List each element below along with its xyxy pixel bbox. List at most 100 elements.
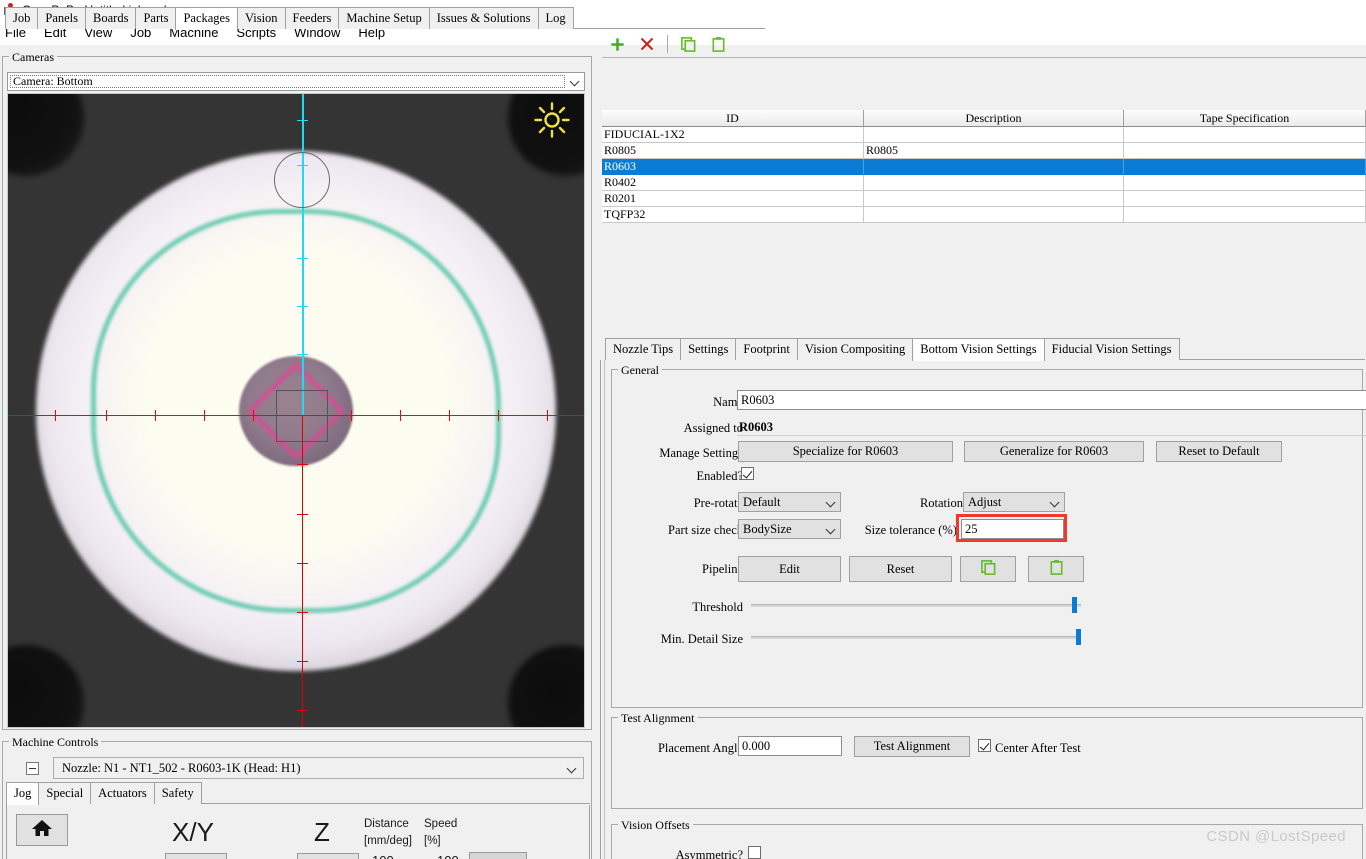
threshold-slider[interactable] [751, 597, 1081, 613]
tab-machine-setup[interactable]: Machine Setup [338, 7, 430, 29]
crosshair-vertical-upper [302, 94, 304, 415]
enabled-checkbox[interactable] [741, 467, 754, 480]
column-header-description[interactable]: Description [864, 110, 1124, 127]
home-button[interactable] [16, 814, 68, 846]
enabled-label: Enabled? [696, 469, 743, 483]
cell-tape [1124, 159, 1366, 175]
camera-selector[interactable]: Camera: Bottom [7, 72, 585, 91]
tab-jog[interactable]: Jog [6, 782, 40, 805]
tab-vision-compositing[interactable]: Vision Compositing [796, 338, 914, 360]
collapse-toggle[interactable] [26, 761, 39, 775]
reference-box-overlay [276, 390, 328, 442]
pipeline-reset-button[interactable]: Reset [849, 556, 952, 582]
speed-preset-combo[interactable] [469, 852, 527, 859]
asymmetric-checkbox[interactable] [748, 846, 761, 859]
min-detail-size-slider[interactable] [751, 629, 1081, 645]
assigned-to-underline [737, 435, 1366, 436]
name-field[interactable]: R0603 [737, 390, 1366, 410]
size-tolerance-field[interactable]: 25 [961, 519, 1064, 539]
table-row-selected[interactable]: R0603 [602, 159, 1366, 175]
pipeline-copy-button[interactable] [960, 556, 1016, 582]
tab-settings[interactable]: Settings [680, 338, 737, 360]
copy-package-button[interactable] [673, 32, 703, 56]
threshold-slider-thumb[interactable] [1072, 597, 1077, 613]
xy-axis-label: X/Y [172, 817, 214, 847]
tab-bottom-vision-settings[interactable]: Bottom Vision Settings [912, 338, 1045, 361]
tab-panels[interactable]: Panels [37, 7, 87, 29]
cell-id: TQFP32 [602, 207, 864, 223]
table-empty-area [602, 222, 1366, 330]
cell-tape [1124, 143, 1366, 159]
table-row[interactable]: FIDUCIAL-1X2 [602, 127, 1366, 143]
delete-package-button[interactable] [632, 32, 662, 56]
center-after-test-checkbox[interactable] [978, 739, 991, 752]
bottom-vision-settings-panel: General Name R0603 Assigned to R0603 Man… [600, 360, 1366, 859]
settings-scroll-area[interactable]: General Name R0603 Assigned to R0603 Man… [604, 360, 1366, 859]
tab-nozzle-tips[interactable]: Nozzle Tips [605, 338, 682, 360]
table-row[interactable]: R0201 [602, 191, 1366, 207]
speed-units: [%] [424, 835, 441, 847]
tab-special[interactable]: Special [38, 782, 92, 804]
min-detail-size-label: Min. Detail Size [660, 632, 743, 646]
part-size-check-combo[interactable]: BodySize [738, 519, 841, 539]
sun-icon[interactable] [534, 102, 570, 138]
tab-footprint[interactable]: Footprint [735, 338, 798, 360]
add-package-button[interactable] [602, 32, 632, 56]
prerotate-label: Pre-rotate [693, 496, 743, 510]
watermark: CSDN @LostSpeed [1206, 828, 1346, 845]
camera-view[interactable] [7, 93, 585, 728]
tab-fiducial-vision-settings[interactable]: Fiducial Vision Settings [1043, 338, 1180, 360]
placement-angle-field[interactable]: 0.000 [738, 736, 842, 756]
tab-safety[interactable]: Safety [153, 782, 202, 804]
tab-parts[interactable]: Parts [135, 7, 177, 29]
packages-toolbar [602, 31, 1366, 58]
distance-value[interactable]: 100 [372, 853, 394, 859]
table-row[interactable]: R0805 R0805 [602, 143, 1366, 159]
column-header-tape-spec[interactable]: Tape Specification [1124, 110, 1366, 127]
threshold-slider-track [751, 604, 1081, 607]
jog-xy-up-button[interactable] [165, 853, 227, 859]
cell-description [864, 207, 1124, 223]
general-group: General Name R0603 Assigned to R0603 Man… [611, 363, 1366, 708]
speed-value[interactable]: 100 [437, 853, 459, 859]
tab-feeders[interactable]: Feeders [284, 7, 340, 29]
cell-description [864, 191, 1124, 207]
jog-z-up-button[interactable] [297, 853, 359, 859]
reset-to-default-button[interactable]: Reset to Default [1156, 441, 1282, 462]
pipeline-paste-button[interactable] [1028, 556, 1084, 582]
cameras-group: Cameras Camera: Bottom [2, 50, 592, 730]
tab-job[interactable]: Job [5, 7, 39, 29]
horizontal-splitter[interactable] [598, 330, 1366, 335]
table-row[interactable]: TQFP32 [602, 207, 1366, 223]
tab-actuators[interactable]: Actuators [90, 782, 155, 804]
cell-description [864, 175, 1124, 191]
cell-tape [1124, 207, 1366, 223]
prerotate-combo[interactable]: Default [738, 492, 841, 512]
paste-icon [1048, 559, 1065, 580]
crosshair-vertical-lower [302, 415, 303, 727]
cell-id: R0201 [602, 191, 864, 207]
center-after-test-label: Center After Test [995, 741, 1081, 755]
nozzle-selector[interactable]: Nozzle: N1 - NT1_502 - R0603-1K (Head: H… [53, 757, 584, 779]
copy-icon [980, 559, 997, 580]
rotation-combo[interactable]: Adjust [963, 492, 1065, 512]
vertical-splitter[interactable] [594, 45, 598, 859]
tab-vision[interactable]: Vision [236, 7, 286, 29]
cell-id: FIDUCIAL-1X2 [602, 127, 864, 143]
tab-boards[interactable]: Boards [85, 7, 137, 29]
test-alignment-button[interactable]: Test Alignment [854, 736, 970, 757]
pipeline-edit-button[interactable]: Edit [738, 556, 841, 582]
paste-package-button[interactable] [703, 32, 733, 56]
tab-packages[interactable]: Packages [175, 7, 238, 30]
part-size-check-value: BodySize [743, 521, 792, 536]
tab-issues-solutions[interactable]: Issues & Solutions [428, 7, 539, 29]
pipeline-label: Pipeline [702, 562, 743, 576]
generalize-button[interactable]: Generalize for R0603 [964, 441, 1144, 462]
specialize-button[interactable]: Specialize for R0603 [738, 441, 953, 462]
distance-units: [mm/deg] [364, 835, 412, 847]
column-header-id[interactable]: ID [602, 110, 864, 127]
min-detail-slider-thumb[interactable] [1076, 629, 1081, 645]
table-row[interactable]: R0402 [602, 175, 1366, 191]
tab-log[interactable]: Log [537, 7, 574, 29]
min-detail-slider-track [751, 636, 1081, 639]
